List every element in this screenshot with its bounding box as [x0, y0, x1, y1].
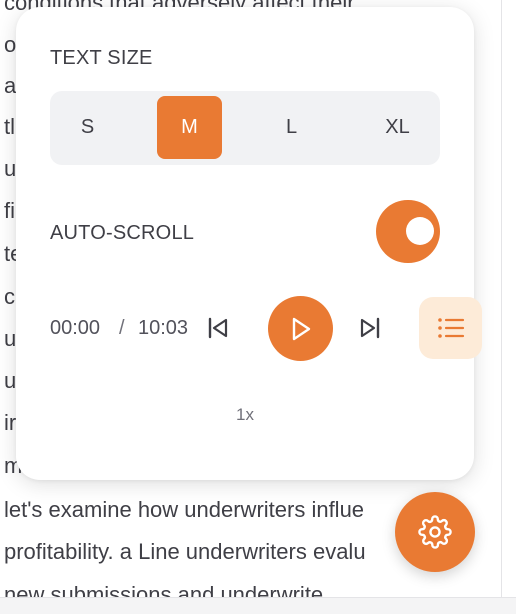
skip-next-button[interactable] [354, 312, 386, 344]
reader-settings-panel: TEXT SIZE S M L XL AUTO-SCROLL 00:00 / 1… [16, 7, 482, 480]
bottom-bar [0, 597, 516, 614]
text-size-selector: S M L XL [50, 91, 440, 165]
article-line: u [4, 326, 17, 351]
play-button[interactable] [268, 296, 333, 361]
skip-next-icon [360, 317, 380, 339]
article-line: ir [4, 410, 17, 435]
text-size-option-l[interactable]: L [259, 96, 324, 159]
scroll-divider [501, 0, 502, 597]
article-line: tl [4, 114, 15, 139]
toggle-knob [406, 217, 434, 245]
skip-previous-button[interactable] [202, 312, 234, 344]
article-line: c [4, 284, 15, 309]
gear-icon [418, 515, 452, 549]
play-icon [292, 317, 310, 340]
chapter-list-button[interactable] [419, 297, 482, 359]
text-size-option-m[interactable]: M [157, 96, 222, 159]
article-line: u [4, 156, 17, 181]
auto-scroll-toggle[interactable] [376, 200, 440, 263]
auto-scroll-label: AUTO-SCROLL [50, 222, 195, 244]
text-size-option-xl[interactable]: XL [365, 96, 430, 159]
article-line: let's examine how underwriters influe [4, 497, 365, 522]
text-size-label: TEXT SIZE [50, 47, 153, 69]
article-line: profitability. a Line underwriters evalu [4, 539, 366, 564]
article-line: fi [4, 198, 15, 223]
article-line: a [4, 73, 17, 98]
duration: 10:03 [138, 317, 189, 339]
article-line: u [4, 368, 17, 393]
playback-speed[interactable]: 1x [236, 405, 254, 425]
list-icon [437, 318, 464, 338]
time-separator: / [119, 317, 125, 339]
current-time: 00:00 [50, 317, 101, 339]
text-size-option-s[interactable]: S [55, 96, 120, 159]
settings-button[interactable] [395, 492, 475, 572]
article-line: o [4, 32, 17, 57]
skip-previous-icon [208, 317, 228, 339]
